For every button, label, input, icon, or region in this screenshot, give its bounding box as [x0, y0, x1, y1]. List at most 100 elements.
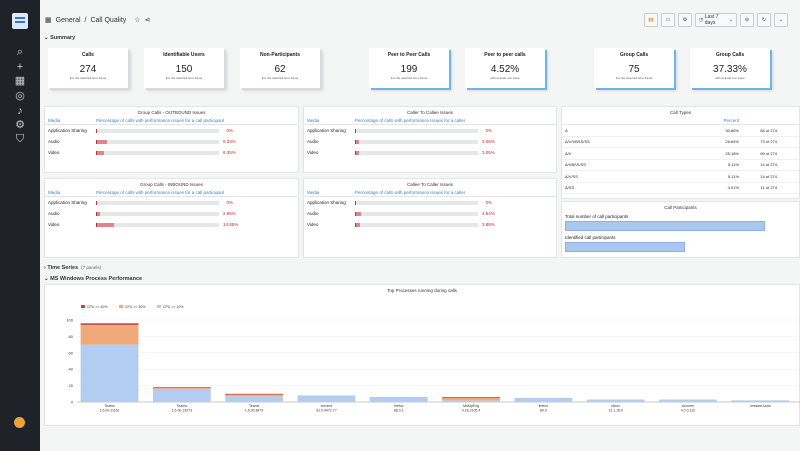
legend-label: CPU >= 30%: [125, 305, 145, 309]
percent-value: 0%: [485, 200, 492, 205]
top-processes-panel: Top Processes running during calls CPU >…: [44, 284, 800, 426]
percent-bar: [355, 222, 478, 227]
time-series-row-header[interactable]: › Time Series (7 panels): [44, 265, 101, 271]
percent-bar: [96, 150, 219, 155]
stat-card: Group Calls 75 For the selected time frame: [594, 48, 674, 88]
percent-value: 0%: [226, 200, 233, 205]
percent-bar: [355, 200, 478, 205]
dashboards-icon[interactable]: ▦: [13, 74, 27, 88]
legend-label: CPU >= 10%: [163, 305, 183, 309]
media-label: Video: [48, 150, 60, 155]
avatar[interactable]: [14, 417, 25, 428]
caller-to-callee-panel: Caller To Callee Issues Media Percentage …: [303, 106, 557, 173]
refresh-icon[interactable]: ↻: [757, 13, 771, 27]
bar-segment: [225, 393, 284, 395]
time-range-picker[interactable]: ◷ Last 7 days ⌄: [695, 13, 737, 27]
y-tick-label: 40: [69, 367, 74, 372]
y-tick-label: 0: [71, 400, 74, 405]
x-tick-version: 89.0: [540, 409, 547, 413]
save-icon[interactable]: ▭: [661, 13, 675, 27]
panel-title: Group Calls - INBOUND Issues: [140, 182, 203, 187]
ms-windows-row-header[interactable]: ⌄ MS Windows Process Performance: [44, 276, 142, 282]
table-row: A/V/VBSS/SS 26.64% 73 of 274: [562, 137, 799, 148]
percent-value: 2.86%: [223, 211, 236, 216]
table-row: A/V 25.18% 69 of 274: [562, 148, 799, 160]
bar-segment: [152, 388, 211, 402]
bell-icon[interactable]: ♪: [13, 104, 27, 118]
bar-segment: [731, 400, 790, 402]
media-label: Audio: [307, 139, 319, 144]
percent-bar: [355, 128, 478, 133]
x-tick-label: Teams: [177, 404, 188, 408]
settings-icon[interactable]: ⚙: [678, 13, 692, 27]
x-tick-version: 1.6.00.13073: [172, 409, 192, 413]
percent-value: 3.88%: [482, 222, 495, 227]
table-row: Video 3.88%: [304, 219, 556, 230]
x-tick-version: 88.0.1: [394, 409, 404, 413]
explore-icon[interactable]: ◎: [13, 89, 27, 103]
media-label: Video: [307, 222, 319, 227]
bar-segment: [514, 397, 573, 402]
percent-value: 0%: [485, 128, 492, 133]
table-row: Video 6.35%: [45, 147, 298, 158]
percent-bar: [96, 128, 219, 133]
bar-segment: [369, 397, 428, 398]
bar-segment: [80, 323, 139, 325]
media-label: Application Sharing: [48, 200, 87, 205]
shield-icon[interactable]: ⛉: [13, 132, 27, 146]
panel-title: Caller To Callee Issues: [407, 110, 453, 115]
share-icon[interactable]: ⋖: [145, 16, 151, 24]
sidebar: ⌕ + ▦ ◎ ♪ ⚙ ⛉: [0, 0, 40, 451]
gear-icon[interactable]: ⚙: [13, 118, 27, 132]
media-label: Audio: [48, 211, 60, 216]
bar-segment: [152, 388, 211, 389]
percent-value: 4.54%: [482, 211, 495, 216]
percent-value: 9.33%: [223, 139, 236, 144]
add-panel-button[interactable]: ▮▮: [644, 13, 658, 27]
stat-title: Non-Participants: [259, 52, 300, 58]
y-tick-label: 100: [66, 318, 73, 323]
stat-subtitle: For the selected time frame: [165, 76, 203, 80]
media-label: Audio: [307, 211, 319, 216]
table-row: Application Sharing 0%: [304, 125, 556, 136]
identified-participants-bar: [565, 242, 685, 252]
legend-label: CPU >= 40%: [87, 305, 107, 309]
panel-title: Group Calls - OUTBOUND Issues: [137, 110, 206, 115]
dashboards-icon: ▦: [45, 17, 52, 24]
percent-value: 0%: [226, 128, 233, 133]
y-tick-label: 20: [69, 383, 74, 388]
search-icon[interactable]: ⌕: [13, 45, 27, 59]
table-row: Video 14.85%: [45, 219, 298, 230]
zoom-out-icon[interactable]: ⊖: [740, 13, 754, 27]
refresh-interval-dropdown[interactable]: ⌄: [774, 13, 788, 27]
stat-value: 37.33%: [713, 64, 747, 75]
stat-title: Peer to peer calls: [484, 52, 526, 58]
stat-card: Group Calls 37.33% with at least one issue: [690, 48, 770, 88]
x-tick-label: MsMpEng: [463, 404, 479, 408]
bar-segment: [442, 400, 500, 402]
stat-title: Group Calls: [715, 52, 745, 58]
table-row: A/VBSS/SS 5.11% 14 of 274: [562, 160, 799, 171]
bar-segment: [80, 344, 139, 402]
stat-subtitle: For the selected time frame: [69, 76, 107, 80]
chart-title: Top Processes running during calls: [387, 288, 457, 293]
table-row: Application Sharing 0%: [45, 125, 298, 136]
breadcrumb-root[interactable]: General: [56, 17, 81, 24]
stat-title: Calls: [82, 52, 94, 58]
table-row: A/V/SS 5.11% 14 of 274: [562, 171, 799, 183]
x-tick-version: 4.18.2105.4: [462, 409, 481, 413]
x-tick-label: Acrome: [682, 404, 694, 408]
app-logo[interactable]: [12, 13, 28, 29]
summary-row-header[interactable]: ⌄ Summary: [44, 35, 75, 41]
call-participants-panel: Call Participants Total number of call p…: [561, 201, 800, 258]
stat-subtitle: For the selected time frame: [261, 76, 299, 80]
percent-bar: [355, 211, 478, 216]
table-row: Audio 2.86%: [45, 208, 298, 219]
plus-icon[interactable]: +: [13, 60, 27, 74]
star-icon[interactable]: ☆: [134, 16, 140, 24]
bar-segment: [442, 397, 500, 398]
top-bar: ▦ General / Call Quality ☆ ⋖ ▮▮ ▭ ⚙ ◷ La…: [40, 0, 800, 44]
stat-card: Identifiable Users 150 For the selected ti…: [144, 48, 224, 88]
total-participants-bar: [565, 221, 765, 231]
stat-card: Non-Participants 62 For the selected time …: [240, 48, 320, 88]
